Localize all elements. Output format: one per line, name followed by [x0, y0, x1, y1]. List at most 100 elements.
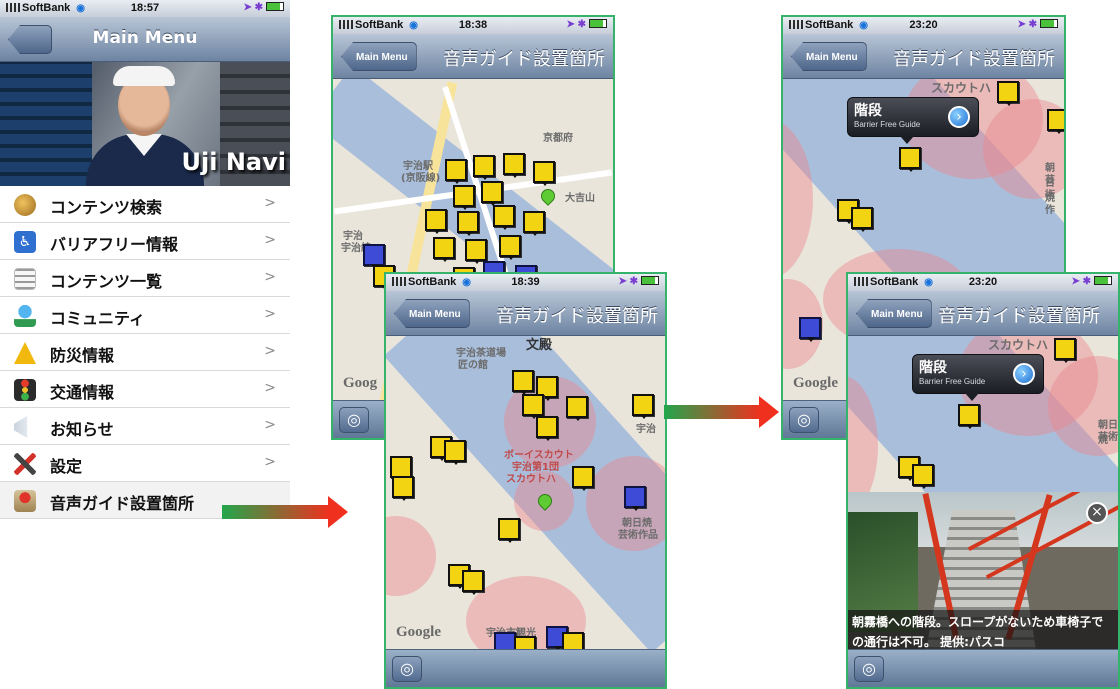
caption-line: 朝霧橋への階段。スロープがないため車椅子で	[852, 615, 1104, 629]
marker-callout[interactable]: 階段 Barrier Free Guide ›	[847, 97, 979, 144]
barrier-free-marker[interactable]	[562, 632, 584, 649]
barrier-free-marker[interactable]	[392, 476, 414, 501]
map-label: 文殿	[526, 338, 553, 353]
barrier-free-marker[interactable]	[514, 636, 536, 649]
transition-arrow-1	[222, 496, 348, 528]
barrier-free-marker[interactable]	[493, 205, 515, 230]
barrier-free-marker[interactable]	[1047, 109, 1064, 134]
barrier-free-marker[interactable]	[457, 211, 479, 236]
barrier-free-marker[interactable]	[425, 209, 447, 234]
close-photo-button[interactable]: ×	[1086, 502, 1108, 524]
barrier-free-marker[interactable]	[572, 466, 594, 491]
barrier-free-marker[interactable]	[958, 404, 980, 429]
google-logo: Google	[793, 375, 838, 391]
menu-item-label: お知らせ	[50, 420, 114, 439]
barrier-free-marker[interactable]	[533, 161, 555, 186]
google-logo: Goog	[343, 375, 378, 391]
barrier-free-marker[interactable]	[481, 181, 503, 206]
menu-item-content-search[interactable]: コンテンツ検索 >	[0, 186, 290, 223]
barrier-free-marker[interactable]	[1054, 338, 1076, 363]
map-view[interactable]: 宇治茶道場 匠の館 ボーイスカウト 宇治第1団 スカウトハ 朝日焼 芸術作品 宇…	[386, 336, 665, 649]
megaphone-icon	[14, 416, 28, 438]
wheelchair-marker[interactable]	[494, 632, 516, 649]
locate-me-button[interactable]: ◎	[789, 407, 819, 433]
crosshair-icon: ◎	[400, 659, 414, 678]
menu-item-community[interactable]: コミュニティ >	[0, 297, 290, 334]
locate-me-button[interactable]: ◎	[392, 656, 422, 682]
map-pin-icon	[14, 490, 36, 512]
barrier-free-marker[interactable]	[499, 235, 521, 260]
barrier-free-marker[interactable]	[997, 81, 1019, 106]
location-arrow-icon: ➤	[1017, 19, 1026, 30]
bluetooth-icon: ✱	[1082, 276, 1091, 287]
bluetooth-icon: ✱	[629, 276, 638, 287]
menu-item-disaster-info[interactable]: 防災情報 >	[0, 334, 290, 371]
google-logo: Google	[396, 624, 441, 640]
main-menu-screen: SoftBank ◉ 18:57 ➤ ✱ Main Menu Uji Navi コ…	[0, 0, 290, 530]
disclosure-button[interactable]: ›	[948, 106, 970, 128]
menu-item-news[interactable]: お知らせ >	[0, 408, 290, 445]
barrier-free-marker[interactable]	[522, 394, 544, 419]
warning-icon	[14, 342, 36, 364]
menu-item-label: 音声ガイド設置箇所	[50, 494, 195, 513]
map-label: 匠の館	[458, 360, 488, 371]
location-arrow-icon: ➤	[618, 276, 627, 287]
barrier-free-marker[interactable]	[444, 440, 466, 465]
map-label: スカウトハ	[506, 474, 556, 485]
main-menu-back-button[interactable]: Main Menu	[394, 299, 470, 328]
menu-item-settings[interactable]: 設定 >	[0, 445, 290, 482]
tools-icon	[14, 453, 36, 475]
menu-item-label: バリアフリー情報	[50, 235, 179, 254]
barrier-free-marker[interactable]	[445, 159, 467, 184]
wheelchair-marker[interactable]	[624, 486, 646, 511]
range-circle	[386, 516, 436, 596]
map-toolbar: ◎	[386, 649, 665, 687]
barrier-free-marker[interactable]	[503, 153, 525, 178]
locate-me-button[interactable]: ◎	[339, 407, 369, 433]
barrier-free-marker[interactable]	[851, 207, 873, 232]
barrier-free-marker[interactable]	[462, 570, 484, 595]
barrier-free-marker[interactable]	[433, 237, 455, 262]
barrier-free-marker[interactable]	[465, 239, 487, 264]
barrier-free-marker[interactable]	[912, 464, 934, 489]
location-arrow-icon: ➤	[243, 2, 252, 13]
menu-item-content-list[interactable]: コンテンツ一覧 >	[0, 260, 290, 297]
wheelchair-icon: ♿	[14, 231, 36, 253]
map-label: 京都府	[543, 133, 573, 144]
traffic-light-icon	[14, 379, 36, 401]
disclosure-button[interactable]: ›	[1013, 363, 1035, 385]
chevron-right-icon: >	[264, 343, 276, 359]
barrier-free-marker[interactable]	[899, 147, 921, 172]
wheelchair-marker[interactable]	[799, 317, 821, 342]
barrier-free-marker[interactable]	[566, 396, 588, 421]
main-menu-back-button[interactable]: Main Menu	[856, 299, 932, 328]
barrier-free-marker[interactable]	[523, 211, 545, 236]
map-label: 大吉山	[565, 193, 595, 204]
menu-item-label: 防災情報	[50, 346, 115, 365]
detail-photo-screen: SoftBank ◉ 23:20 ➤ ✱ Main Menu 音声ガイド設置箇所 …	[846, 272, 1120, 689]
chevron-right-icon: ›	[1021, 366, 1027, 382]
battery-icon	[1040, 19, 1058, 28]
barrier-free-marker[interactable]	[453, 185, 475, 210]
map-label: (京阪線)	[401, 173, 441, 184]
main-menu-back-button[interactable]: Main Menu	[791, 42, 867, 71]
barrier-free-marker[interactable]	[632, 394, 654, 419]
crosshair-icon: ◎	[797, 410, 811, 429]
chevron-right-icon: >	[264, 417, 276, 433]
barrier-free-marker[interactable]	[473, 155, 495, 180]
barrier-free-marker[interactable]	[498, 518, 520, 543]
chevron-right-icon: >	[264, 232, 276, 248]
menu-item-label: コンテンツ検索	[50, 198, 163, 217]
barrier-free-marker[interactable]	[512, 370, 534, 395]
menu-item-barrier-free[interactable]: ♿ バリアフリー情報 >	[0, 223, 290, 260]
location-arrow-icon: ➤	[566, 19, 575, 30]
barrier-free-marker[interactable]	[390, 456, 412, 481]
menu-item-traffic-info[interactable]: 交通情報 >	[0, 371, 290, 408]
main-menu-back-button[interactable]: Main Menu	[341, 42, 417, 71]
wheelchair-marker[interactable]	[363, 244, 385, 269]
locate-me-button[interactable]: ◎	[854, 656, 884, 682]
map-zoomed-screen: SoftBank ◉ 18:39 ➤ ✱ Main Menu 音声ガイド設置箇所 …	[384, 272, 667, 689]
barrier-free-marker[interactable]	[536, 416, 558, 441]
menu-item-label: コンテンツ一覧	[50, 272, 163, 291]
marker-callout[interactable]: 階段 Barrier Free Guide ›	[912, 354, 1044, 401]
